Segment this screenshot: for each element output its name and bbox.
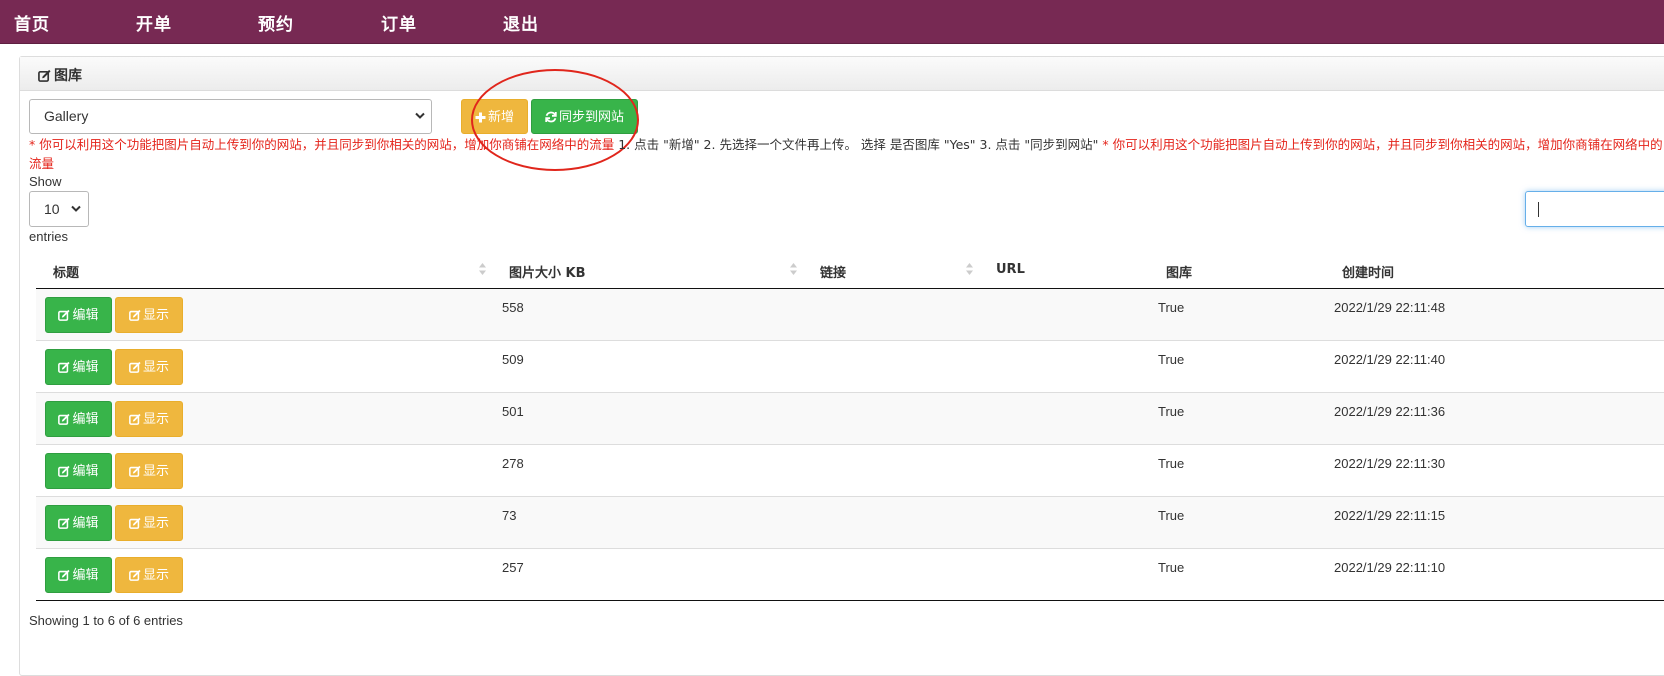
cell-created: 2022/1/29 22:11:10 [1334,560,1446,575]
show-button-label: 显示 [142,464,169,479]
table-row: 编辑 显示 501 True 2022/1/29 22:11:36 [36,393,1664,445]
edit-icon [129,517,141,529]
cell-size: 501 [502,404,524,419]
edit-button-label: 编辑 [72,464,99,479]
show-button-label: 显示 [142,516,169,531]
table-row: 编辑 显示 73 True 2022/1/29 22:11:15 [36,497,1664,549]
cell-created: 2022/1/29 22:11:36 [1334,404,1446,419]
cell-size: 558 [502,300,524,315]
edit-button[interactable]: 编辑 [45,297,112,333]
edit-icon [58,361,71,373]
cell-gallery: True [1158,560,1185,575]
search-input[interactable] [1525,191,1664,227]
cell-gallery: True [1158,352,1185,367]
edit-button-label: 编辑 [72,516,99,531]
show-button-label: 显示 [142,412,169,427]
show-button[interactable]: 显示 [115,401,183,437]
sort-icon[interactable] [789,262,798,276]
show-button[interactable]: 显示 [115,349,183,385]
entries-label: entries [29,229,69,244]
panel-title-text: 图库 [54,68,82,84]
edit-button[interactable]: 编辑 [45,401,112,437]
edit-button-label: 编辑 [72,308,99,323]
show-button[interactable]: 显示 [115,297,183,333]
edit-icon [58,465,71,477]
page-length-value: 10 [44,201,60,217]
cell-created: 2022/1/29 22:11:40 [1334,352,1446,367]
edit-button[interactable]: 编辑 [45,557,112,593]
nav-logout[interactable]: 退出 [503,10,539,35]
edit-icon [58,517,71,529]
edit-icon [38,69,51,82]
nav-reservation[interactable]: 预约 [258,10,294,35]
cell-size: 278 [502,456,524,471]
edit-icon [129,309,141,321]
gallery-select-value: Gallery [44,108,89,124]
table-bottom-divider [36,600,1664,601]
edit-icon [129,569,141,581]
column-header-url[interactable]: URL [996,262,1025,277]
table-row: 编辑 显示 278 True 2022/1/29 22:11:30 [36,445,1664,497]
column-header-link[interactable]: 链接 [820,262,846,281]
edit-icon [58,413,71,425]
sort-icon[interactable] [478,262,487,276]
show-button[interactable]: 显示 [115,505,183,541]
cell-gallery: True [1158,404,1185,419]
table-row: 编辑 显示 509 True 2022/1/29 22:11:40 [36,341,1664,393]
show-button[interactable]: 显示 [115,453,183,489]
edit-button-label: 编辑 [72,412,99,427]
edit-icon [129,413,141,425]
nav-new-order[interactable]: 开单 [136,10,172,35]
show-button-label: 显示 [142,308,169,323]
edit-button[interactable]: 编辑 [45,349,112,385]
edit-icon [129,465,141,477]
cell-created: 2022/1/29 22:11:30 [1334,456,1446,471]
edit-button-label: 编辑 [72,568,99,583]
cell-gallery: True [1158,456,1185,471]
show-button-label: 显示 [142,568,169,583]
cell-size: 509 [502,352,524,367]
cell-size: 73 [502,508,517,523]
edit-button-label: 编辑 [72,360,99,375]
edit-button[interactable]: 编辑 [45,505,112,541]
panel-title: 图库 [38,65,82,85]
top-navbar: 首页 开单 预约 订单 退出 [0,0,1664,44]
edit-icon [58,309,71,321]
table-info: Showing 1 to 6 of 6 entries [29,613,183,628]
column-header-created[interactable]: 创建时间 [1342,262,1394,281]
gallery-select[interactable]: Gallery [29,99,432,134]
show-button-label: 显示 [142,360,169,375]
cell-created: 2022/1/29 22:11:48 [1334,300,1446,315]
chevron-down-icon [71,205,81,212]
page-length-select[interactable]: 10 [29,191,89,227]
table-row: 编辑 显示 558 True 2022/1/29 22:11:48 [36,289,1664,341]
edit-icon [129,361,141,373]
cell-created: 2022/1/29 22:11:15 [1334,508,1446,523]
help-text-red-1: * 你可以利用这个功能把图片自动上传到你的网站，并且同步到你相关的网站，增加你商… [29,137,615,152]
sort-icon[interactable] [965,262,974,276]
panel-heading: 图库 [20,57,1664,91]
column-header-gallery[interactable]: 图库 [1166,262,1192,281]
show-button[interactable]: 显示 [115,557,183,593]
show-label: Show [29,174,62,189]
help-text: * 你可以利用这个功能把图片自动上传到你的网站，并且同步到你相关的网站，增加你商… [29,135,1664,173]
cell-gallery: True [1158,300,1185,315]
column-header-title[interactable]: 标题 [53,262,79,281]
text-cursor [1538,202,1539,217]
table-row: 编辑 显示 257 True 2022/1/29 22:11:10 [36,549,1664,601]
chevron-down-icon [415,112,425,119]
cell-gallery: True [1158,508,1185,523]
help-text-steps: 1. 点击 "新增" 2. 先选择一个文件再上传。 选择 是否图库 "Yes" … [614,137,1103,152]
edit-button[interactable]: 编辑 [45,453,112,489]
nav-orders[interactable]: 订单 [381,10,417,35]
column-header-size[interactable]: 图片大小 KB [509,262,586,281]
nav-home[interactable]: 首页 [14,10,50,35]
cell-size: 257 [502,560,524,575]
edit-icon [58,569,71,581]
